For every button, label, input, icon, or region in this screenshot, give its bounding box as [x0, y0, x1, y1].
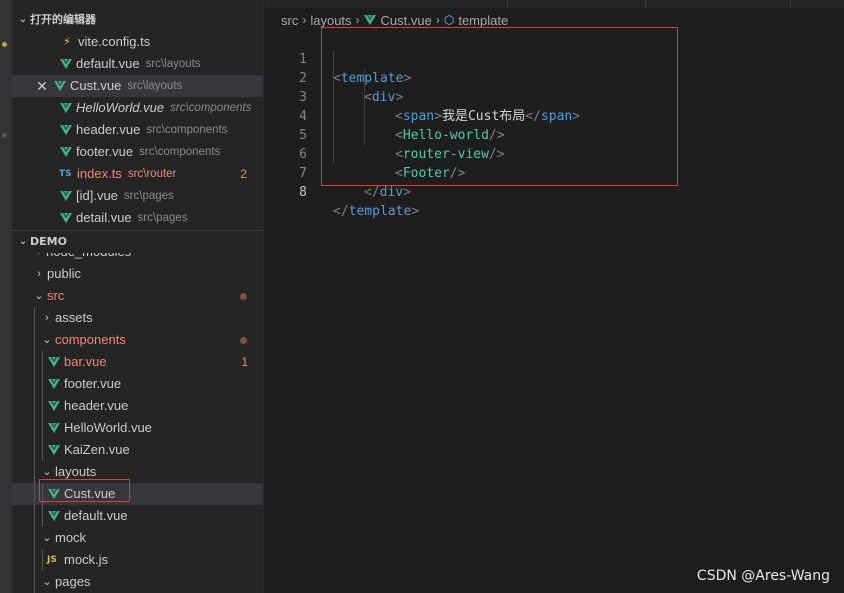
vue-file-icon: [48, 379, 60, 389]
vue-file-icon: [48, 511, 60, 521]
open-editor-item[interactable]: [id].vue src\pages: [12, 185, 263, 207]
chevron-right-icon: ›: [355, 13, 360, 27]
tree-folder-assets[interactable]: › assets: [12, 307, 263, 329]
open-editors-title: 打开的编辑器: [30, 13, 96, 26]
chevron-down-icon: ⌄: [18, 236, 28, 247]
file-path: src\components: [146, 124, 228, 136]
file-name: Cust.vue: [70, 78, 122, 93]
tree-folder-src[interactable]: ⌄ src: [12, 285, 263, 307]
symbol-cube-icon: ⬡: [443, 13, 455, 27]
chevron-down-icon: ⌄: [18, 14, 28, 25]
tree-file-header[interactable]: header.vue: [12, 395, 263, 417]
file-name: default.vue: [76, 56, 140, 71]
file-name: vite.config.ts: [78, 34, 151, 49]
chevron-right-icon: ›: [435, 13, 440, 27]
chevron-down-icon: ⌄: [42, 334, 52, 346]
explorer-header[interactable]: ⌄ DEMO: [12, 231, 263, 253]
tree-file-mockjs[interactable]: JS mock.js: [12, 549, 263, 571]
file-name: footer.vue: [76, 144, 134, 159]
file-name: index.ts: [77, 166, 122, 181]
open-editors-section: ⌄ 打开的编辑器 ⚡ vite.config.ts default.vue sr…: [12, 9, 263, 229]
file-path: src\layouts: [127, 80, 183, 92]
scrolled-row: › node_modules: [12, 253, 263, 263]
open-editor-item[interactable]: header.vue src\components: [12, 119, 263, 141]
file-path: src\layouts: [145, 58, 201, 70]
tree-file-default[interactable]: default.vue: [12, 505, 263, 527]
breadcrumb-src[interactable]: src: [281, 13, 298, 28]
tree-file-bar[interactable]: bar.vue 1: [12, 351, 263, 373]
file-path: src\pages: [123, 190, 174, 202]
problem-count-badge: 2: [240, 167, 247, 181]
file-path: src\pages: [137, 212, 188, 224]
open-editor-item[interactable]: HelloWorld.vue src\components: [12, 97, 263, 119]
chevron-right-icon: ›: [32, 253, 46, 263]
vue-file-icon: [60, 191, 72, 201]
file-path: src\components: [170, 102, 252, 114]
breadcrumb-layouts[interactable]: layouts: [310, 13, 351, 28]
chevron-right-icon: ›: [37, 268, 41, 280]
chevron-right-icon: ›: [45, 312, 49, 324]
breadcrumb-file[interactable]: Cust.vue: [381, 13, 432, 28]
close-icon[interactable]: ✕: [34, 75, 50, 97]
watermark: CSDN @Ares-Wang: [696, 568, 830, 584]
vue-file-icon: [60, 103, 72, 113]
vue-file-icon: [364, 15, 376, 25]
highlight-box: [321, 27, 678, 186]
open-editor-item[interactable]: TS index.ts src\router 2: [12, 163, 263, 185]
open-editor-item[interactable]: detail.vue src\pages: [12, 207, 263, 229]
line-number: 8: [299, 185, 307, 200]
tree-folder-mock[interactable]: ⌄ mock: [12, 527, 263, 549]
tree-folder-pages[interactable]: ⌄ pages: [12, 571, 263, 593]
vue-file-icon: [60, 213, 72, 223]
vue-file-icon: [60, 59, 72, 69]
chevron-down-icon: ⌄: [34, 290, 44, 302]
tab-strip: [265, 0, 844, 8]
activity-indicator-icon: [2, 133, 7, 138]
file-name: [id].vue: [76, 188, 118, 203]
tree-file-helloworld[interactable]: HelloWorld.vue: [12, 417, 263, 439]
typescript-file-icon: TS: [59, 169, 72, 179]
tree-file-kaizen[interactable]: KaiZen.vue: [12, 439, 263, 461]
problem-count-badge: 1: [241, 355, 248, 369]
file-name: detail.vue: [76, 210, 132, 225]
explorer-section: ⌄ DEMO › node_modules › public ⌄ src › a…: [12, 230, 263, 593]
file-name: header.vue: [76, 122, 141, 137]
file-path: src\router: [127, 168, 177, 180]
project-title: DEMO: [30, 235, 67, 248]
highlight-box: [39, 479, 130, 502]
breadcrumb-symbol[interactable]: template: [458, 13, 508, 28]
file-path: src\components: [139, 146, 221, 158]
chevron-down-icon: ⌄: [42, 532, 52, 544]
chevron-right-icon: ›: [302, 13, 307, 27]
vue-file-icon: [48, 357, 60, 367]
editor: src › layouts › Cust.vue › ⬡ template 1 …: [265, 0, 844, 593]
sidebar: ⌄ 打开的编辑器 ⚡ vite.config.ts default.vue sr…: [12, 0, 264, 593]
vite-bolt-icon: ⚡: [63, 36, 71, 48]
vue-file-icon: [48, 445, 60, 455]
tree-folder-public[interactable]: › public: [12, 263, 263, 285]
modified-indicator-icon: [2, 42, 7, 47]
vue-file-icon: [60, 125, 72, 135]
vue-file-icon: [48, 423, 60, 433]
modified-dot-icon: [240, 293, 247, 300]
open-editor-item[interactable]: ⚡ vite.config.ts: [12, 31, 263, 53]
modified-dot-icon: [240, 337, 247, 344]
open-editor-item[interactable]: footer.vue src\components: [12, 141, 263, 163]
javascript-file-icon: JS: [47, 555, 57, 565]
activity-bar: [0, 0, 12, 593]
file-name: HelloWorld.vue: [76, 100, 165, 115]
chevron-down-icon: ⌄: [42, 576, 52, 588]
open-editor-item-active[interactable]: ✕ Cust.vue src\layouts: [12, 75, 263, 97]
open-editor-item[interactable]: default.vue src\layouts: [12, 53, 263, 75]
tree-file-footer[interactable]: footer.vue: [12, 373, 263, 395]
open-editors-header[interactable]: ⌄ 打开的编辑器: [12, 9, 263, 31]
vue-file-icon: [54, 81, 66, 91]
vue-file-icon: [60, 147, 72, 157]
tree-folder-components[interactable]: ⌄ components: [12, 329, 263, 351]
vue-file-icon: [48, 401, 60, 411]
